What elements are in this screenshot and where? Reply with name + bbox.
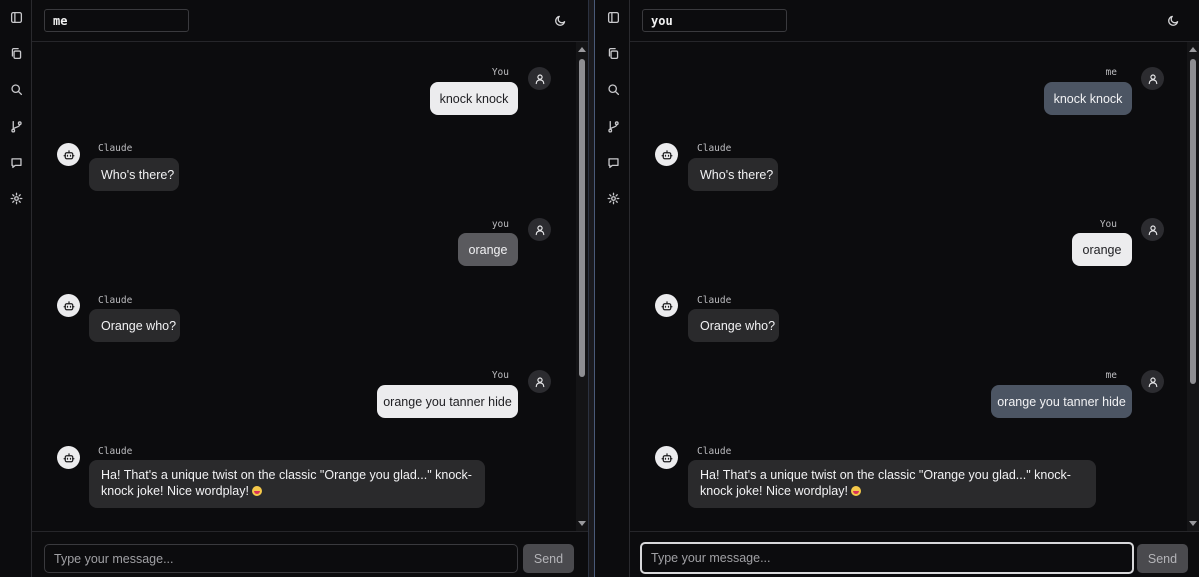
user-avatar-icon bbox=[1141, 370, 1164, 393]
message-sender: Claude bbox=[697, 295, 732, 306]
scroll-down-arrow-icon[interactable] bbox=[1189, 521, 1197, 526]
message-sender: Claude bbox=[98, 446, 133, 457]
message-sender: You bbox=[1099, 219, 1117, 230]
chat-header bbox=[32, 0, 588, 42]
user-message-bubble: knock knock bbox=[1044, 82, 1132, 115]
sidebar-toggle-icon[interactable] bbox=[6, 7, 26, 27]
chat-icon[interactable] bbox=[6, 152, 26, 172]
user-message-bubble: knock knock bbox=[430, 82, 518, 115]
message-composer: Send bbox=[32, 531, 588, 577]
message-sender: Claude bbox=[697, 143, 732, 154]
bot-message-text: Ha! That's a unique twist on the classic… bbox=[700, 468, 1071, 498]
message-sender: me bbox=[1105, 370, 1117, 381]
message-input[interactable] bbox=[640, 542, 1134, 574]
send-button[interactable]: Send bbox=[1137, 544, 1188, 573]
chat-pane-left: You knock knock Claude Who's there? you … bbox=[0, 0, 588, 577]
branch-icon[interactable] bbox=[6, 116, 26, 136]
user-message-bubble: orange bbox=[458, 233, 518, 266]
message-scrollbar[interactable] bbox=[1187, 42, 1199, 531]
scrollbar-thumb[interactable] bbox=[1190, 59, 1196, 384]
message-sender: Claude bbox=[98, 295, 133, 306]
bot-message-bubble: Ha! That's a unique twist on the classic… bbox=[89, 460, 485, 508]
scroll-up-arrow-icon[interactable] bbox=[1189, 47, 1197, 52]
user-avatar-icon bbox=[528, 218, 551, 241]
bot-avatar-icon bbox=[655, 294, 678, 317]
bot-message-bubble: Ha! That's a unique twist on the classic… bbox=[688, 460, 1096, 508]
search-icon[interactable] bbox=[603, 79, 623, 99]
bot-message-bubble: Who's there? bbox=[688, 158, 778, 191]
conversation-name-input[interactable] bbox=[642, 9, 787, 32]
chat-header bbox=[630, 0, 1199, 42]
message-composer: Send bbox=[630, 531, 1199, 577]
message-sender: Claude bbox=[98, 143, 133, 154]
message-sender: You bbox=[491, 67, 509, 78]
bot-message-bubble: Who's there? bbox=[89, 158, 179, 191]
settings-icon[interactable] bbox=[603, 188, 623, 208]
bot-message-bubble: Orange who? bbox=[89, 309, 180, 342]
bot-message-bubble: Orange who? bbox=[688, 309, 779, 342]
icon-rail bbox=[595, 0, 630, 577]
message-list: me knock knock Claude Who's there? You o… bbox=[630, 42, 1187, 531]
user-avatar-icon bbox=[1141, 218, 1164, 241]
message-sender: Claude bbox=[697, 446, 732, 457]
search-icon[interactable] bbox=[6, 79, 26, 99]
chat-pane-right: me knock knock Claude Who's there? You o… bbox=[595, 0, 1199, 577]
sidebar-toggle-icon[interactable] bbox=[603, 7, 623, 27]
bot-message-text: Ha! That's a unique twist on the classic… bbox=[101, 468, 472, 498]
bot-avatar-icon bbox=[655, 143, 678, 166]
icon-rail bbox=[0, 0, 32, 577]
user-message-bubble: orange bbox=[1072, 233, 1132, 266]
message-sender: me bbox=[1105, 67, 1117, 78]
tongue-out-emoji-icon bbox=[850, 486, 861, 496]
branch-icon[interactable] bbox=[603, 116, 623, 136]
moon-icon[interactable] bbox=[551, 11, 569, 29]
bot-avatar-icon bbox=[57, 143, 80, 166]
conversation-name-input[interactable] bbox=[44, 9, 189, 32]
message-sender: You bbox=[491, 370, 509, 381]
chat-icon[interactable] bbox=[603, 152, 623, 172]
scroll-up-arrow-icon[interactable] bbox=[578, 47, 586, 52]
scrollbar-thumb[interactable] bbox=[579, 59, 585, 377]
message-sender: you bbox=[491, 219, 509, 230]
user-avatar-icon bbox=[528, 370, 551, 393]
send-button[interactable]: Send bbox=[523, 544, 574, 573]
tongue-out-emoji-icon bbox=[251, 486, 262, 496]
message-list: You knock knock Claude Who's there? you … bbox=[32, 42, 576, 531]
files-icon[interactable] bbox=[6, 43, 26, 63]
scroll-down-arrow-icon[interactable] bbox=[578, 521, 586, 526]
user-message-bubble: orange you tanner hide bbox=[377, 385, 518, 418]
message-scrollbar[interactable] bbox=[576, 42, 588, 531]
settings-icon[interactable] bbox=[6, 188, 26, 208]
bot-avatar-icon bbox=[57, 294, 80, 317]
bot-avatar-icon bbox=[655, 446, 678, 469]
moon-icon[interactable] bbox=[1164, 11, 1182, 29]
files-icon[interactable] bbox=[603, 43, 623, 63]
user-avatar-icon bbox=[1141, 67, 1164, 90]
message-input[interactable] bbox=[44, 544, 518, 573]
user-avatar-icon bbox=[528, 67, 551, 90]
bot-avatar-icon bbox=[57, 446, 80, 469]
pane-divider bbox=[588, 0, 595, 577]
user-message-bubble: orange you tanner hide bbox=[991, 385, 1132, 418]
